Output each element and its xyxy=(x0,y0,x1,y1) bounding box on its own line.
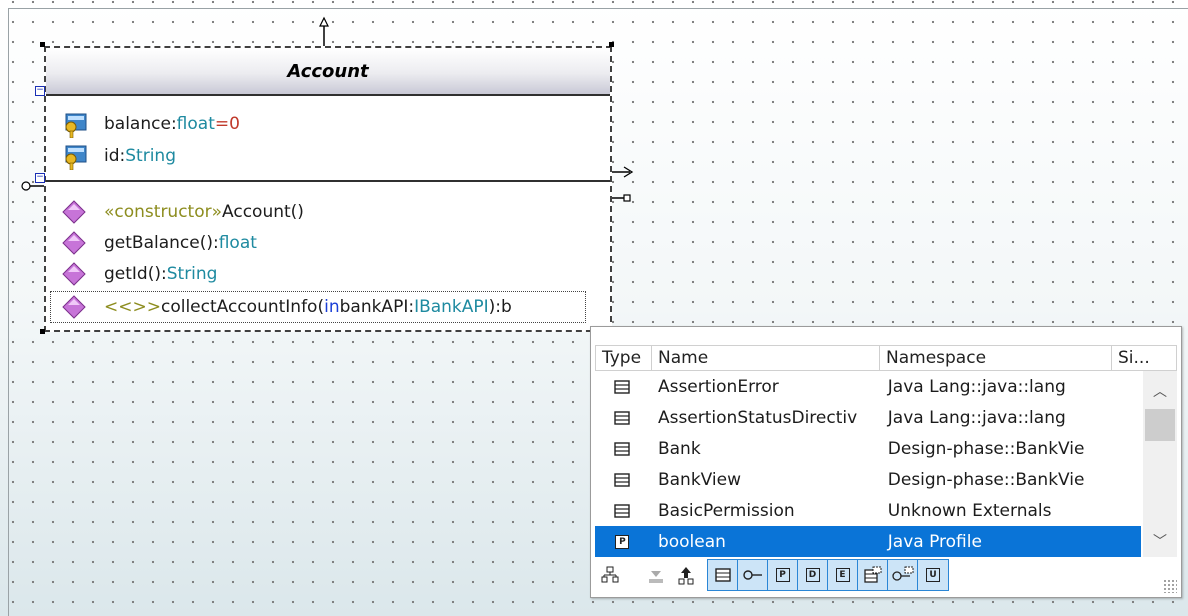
operation-icon xyxy=(60,229,88,257)
filter-primitive-letter: P xyxy=(775,568,790,582)
operation-text-tail: ):b xyxy=(488,297,512,317)
filter-interface-icon[interactable] xyxy=(738,560,768,590)
type-row[interactable]: BankView Design-phase::BankVie xyxy=(595,464,1141,495)
operation-stereotype: <<>> xyxy=(104,297,161,317)
parameter-type: IBankAPI xyxy=(414,297,489,317)
operation-getbalance[interactable]: getBalance(): float xyxy=(60,229,257,257)
type-namespace: Unknown Externals xyxy=(887,500,1052,521)
operation-name: getBalance() xyxy=(104,233,213,253)
column-header-type[interactable]: Type xyxy=(596,346,652,370)
type-selection-popup[interactable]: Type Name Namespace Si... AssertionError… xyxy=(590,326,1182,598)
operation-icon xyxy=(60,198,88,226)
attribute-type: float xyxy=(176,114,215,134)
filter-template-interface-icon[interactable] xyxy=(888,560,918,590)
resize-handle-bottom-left[interactable] xyxy=(40,329,45,334)
collapse-attributes-icon[interactable]: − xyxy=(35,86,45,96)
sort-down-icon[interactable] xyxy=(641,560,671,590)
resize-grip-icon[interactable] xyxy=(1163,579,1177,593)
tree-view-icon[interactable] xyxy=(595,560,625,590)
resize-handle-top-right[interactable] xyxy=(609,42,614,47)
scroll-up-icon[interactable]: ︿ xyxy=(1143,381,1177,401)
operation-name: collectAccountInfo( xyxy=(160,297,325,317)
operation-icon xyxy=(60,260,88,288)
column-header-size[interactable]: Si... xyxy=(1112,346,1176,370)
type-row-selected[interactable]: P boolean Java Profile xyxy=(595,526,1141,557)
filter-template-letter: U xyxy=(926,568,940,582)
class-account-box[interactable]: Account balance: float =0 id: String «const… xyxy=(44,46,612,332)
primitive-letter: P xyxy=(615,534,630,549)
type-name: BasicPermission xyxy=(657,500,795,521)
type-name: Bank xyxy=(657,438,701,459)
column-header-name[interactable]: Name xyxy=(652,346,880,370)
popup-scrollbar[interactable]: ︿ ﹀ xyxy=(1143,371,1177,557)
collapse-operations-icon[interactable]: − xyxy=(35,173,45,183)
class-icon xyxy=(595,410,650,425)
type-name: AssertionError xyxy=(657,376,779,397)
type-row[interactable]: BasicPermission Unknown Externals xyxy=(595,495,1141,526)
popup-toolbar: P D E U xyxy=(595,557,1177,593)
parameter-direction: in xyxy=(324,297,340,317)
type-name: boolean xyxy=(657,531,726,552)
type-name: AssertionStatusDirectiv xyxy=(657,407,858,428)
operation-collectaccountinfo[interactable]: <<>> collectAccountInfo(in bankAPI: IBank… xyxy=(60,293,512,321)
class-icon xyxy=(595,441,650,456)
filter-class-icon[interactable] xyxy=(708,560,738,590)
attribute-id[interactable]: id: String xyxy=(60,142,176,171)
attribute-name: balance xyxy=(104,114,171,134)
filter-datatype-icon[interactable]: D xyxy=(798,560,828,590)
type-namespace: Java Profile xyxy=(887,531,982,552)
type-row[interactable]: AssertionError Java Lang::java::lang xyxy=(595,371,1141,402)
primitive-icon: P xyxy=(595,534,650,549)
popup-table-header: Type Name Namespace Si... xyxy=(595,345,1177,371)
type-namespace: Design-phase::BankVie xyxy=(887,469,1085,490)
operation-type: float xyxy=(218,233,257,253)
attribute-default: =0 xyxy=(214,114,240,134)
operations-divider xyxy=(46,180,610,182)
scroll-down-icon[interactable]: ﹀ xyxy=(1143,531,1177,551)
class-icon xyxy=(595,379,650,394)
filter-template-datatype-icon[interactable]: U xyxy=(918,560,948,590)
operation-stereotype: «constructor» xyxy=(104,202,223,222)
attribute-type: String xyxy=(125,146,176,166)
filter-datatype-letter: D xyxy=(805,568,820,582)
operation-icon xyxy=(60,293,88,321)
operation-name: Account() xyxy=(222,202,304,222)
attribute-balance[interactable]: balance: float =0 xyxy=(60,110,240,139)
parameter-name: bankAPI: xyxy=(339,297,415,317)
filter-primitive-icon[interactable]: P xyxy=(768,560,798,590)
operation-constructor[interactable]: «constructor» Account() xyxy=(60,198,304,226)
popup-filter-input[interactable] xyxy=(591,327,1179,343)
operation-name: getId() xyxy=(104,264,161,284)
attribute-name: id xyxy=(104,146,120,166)
class-name[interactable]: Account xyxy=(46,48,610,96)
sort-up-icon[interactable] xyxy=(671,560,701,590)
scroll-thumb[interactable] xyxy=(1145,409,1175,441)
type-namespace: Java Lang::java::lang xyxy=(887,407,1066,428)
filter-enumeration-icon[interactable]: E xyxy=(828,560,858,590)
filter-enumeration-letter: E xyxy=(835,568,850,582)
type-row[interactable]: Bank Design-phase::BankVie xyxy=(595,433,1141,464)
attribute-icon xyxy=(60,142,88,171)
type-namespace: Design-phase::BankVie xyxy=(887,438,1085,459)
type-namespace: Java Lang::java::lang xyxy=(887,376,1066,397)
resize-handle-top-left[interactable] xyxy=(40,42,45,47)
class-icon xyxy=(595,503,650,518)
type-filter-group: P D E U xyxy=(707,559,949,591)
column-header-namespace[interactable]: Namespace xyxy=(880,346,1112,370)
class-icon xyxy=(595,472,650,487)
operation-type: String xyxy=(166,264,218,284)
attribute-icon xyxy=(60,110,88,139)
type-name: BankView xyxy=(657,469,742,490)
filter-template-class-icon[interactable] xyxy=(858,560,888,590)
type-row[interactable]: AssertionStatusDirectiv Java Lang::java:… xyxy=(595,402,1141,433)
operation-getid[interactable]: getId(): String xyxy=(60,260,217,288)
